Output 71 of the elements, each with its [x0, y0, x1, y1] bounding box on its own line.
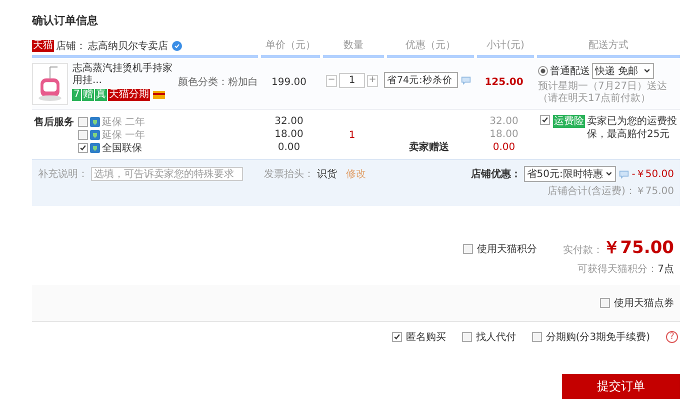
- points-label: 可获得天猫积分：: [578, 264, 658, 275]
- product-name[interactable]: 志高蒸汽挂烫机手持家用挂...: [72, 63, 174, 87]
- option-label: 使用天猫积分: [477, 243, 538, 256]
- delivery-estimate: 预计星期一（7月27日）送达: [538, 81, 668, 92]
- chat-icon[interactable]: [618, 170, 629, 178]
- option-label: 找人代付: [476, 330, 516, 344]
- shop-total: 店铺合计(含运费)：￥75.00: [548, 184, 674, 198]
- invoice-label: 发票抬头：: [264, 168, 314, 181]
- option-label: 分期购(分3期免手续费): [546, 330, 650, 344]
- help-icon[interactable]: ?: [666, 331, 678, 343]
- card-icon: [152, 91, 165, 99]
- checkbox[interactable]: [462, 332, 472, 342]
- total-amount: ￥75.00: [603, 237, 674, 259]
- checkbox[interactable]: [532, 332, 542, 342]
- quantity-field[interactable]: 1: [339, 73, 365, 88]
- checkbox[interactable]: [78, 142, 88, 152]
- shop-name[interactable]: 志高纳贝尔专卖店: [88, 39, 168, 53]
- unit-price: 199.00: [270, 76, 308, 90]
- chat-icon[interactable]: [461, 76, 471, 84]
- gift-label: 卖家赠送: [408, 141, 450, 154]
- service-badge: 赠: [82, 89, 94, 101]
- insurance-badge: 运费险: [553, 115, 585, 128]
- insurance-text: 卖家已为您的运费投保，最高赔付25元: [587, 115, 678, 141]
- product-image[interactable]: [32, 63, 68, 105]
- promo-label: 店铺优惠：: [470, 167, 521, 181]
- checkbox[interactable]: [392, 332, 402, 342]
- invoice-value: 识货: [317, 168, 337, 181]
- promo-select[interactable]: 省50元:限时特惠: [524, 166, 616, 182]
- service-price: 32.00: [274, 115, 304, 128]
- service-badge: 7: [72, 89, 81, 101]
- increase-button[interactable]: +: [367, 74, 378, 86]
- shop-label: 店铺：: [56, 40, 86, 53]
- service-price: 18.00: [274, 128, 304, 141]
- verified-icon: [172, 41, 182, 51]
- service-name: 延保 二年: [102, 116, 146, 128]
- delivery-option: 普通配送: [550, 64, 590, 78]
- shield-icon: [90, 130, 100, 140]
- service-name: 全国联保: [102, 142, 142, 154]
- shield-icon: [90, 142, 100, 152]
- shipping-select[interactable]: 快递 免邮: [592, 63, 654, 79]
- page-title: 确认订单信息: [32, 13, 99, 29]
- service-subtotal: 32.00: [488, 115, 520, 128]
- decrease-button[interactable]: −: [326, 74, 337, 86]
- checkbox[interactable]: [78, 130, 88, 140]
- checkbox[interactable]: [540, 115, 550, 125]
- checkbox[interactable]: [78, 116, 88, 126]
- service-label: 售后服务: [33, 116, 74, 130]
- promo-amount: -￥50.00: [632, 168, 674, 181]
- service-quantity: 1: [348, 130, 356, 143]
- service-badge: 天猫分期: [108, 89, 150, 101]
- submit-button[interactable]: 提交订单: [562, 374, 680, 399]
- discount-select[interactable]: 省74元:秒杀价: [384, 72, 458, 88]
- service-subtotal: 0.00: [492, 141, 516, 154]
- note-label: 补充说明：: [38, 168, 88, 181]
- option-label: 使用天猫点券: [614, 296, 674, 310]
- service-price: 0.00: [276, 141, 302, 154]
- checkbox[interactable]: [600, 298, 610, 308]
- note-field[interactable]: 选填，可告诉卖家您的特殊要求: [91, 167, 243, 181]
- option-label: 匿名购买: [406, 331, 446, 344]
- subtotal: 125.00: [484, 76, 524, 90]
- service-badge: 真: [94, 89, 107, 101]
- pay-label: 实付款：: [563, 244, 604, 257]
- service-subtotal: 18.00: [488, 128, 520, 141]
- service-name: 延保 一年: [102, 128, 146, 142]
- tmall-badge: 天猫: [32, 40, 54, 52]
- checkbox[interactable]: [463, 244, 474, 254]
- radio-button[interactable]: [538, 66, 548, 76]
- product-spec: 颜色分类：粉加白: [178, 76, 258, 89]
- payment-deadline: （请在明天17点前付款）: [538, 93, 652, 105]
- points-value: 7点: [658, 264, 674, 275]
- shield-icon: [90, 116, 100, 126]
